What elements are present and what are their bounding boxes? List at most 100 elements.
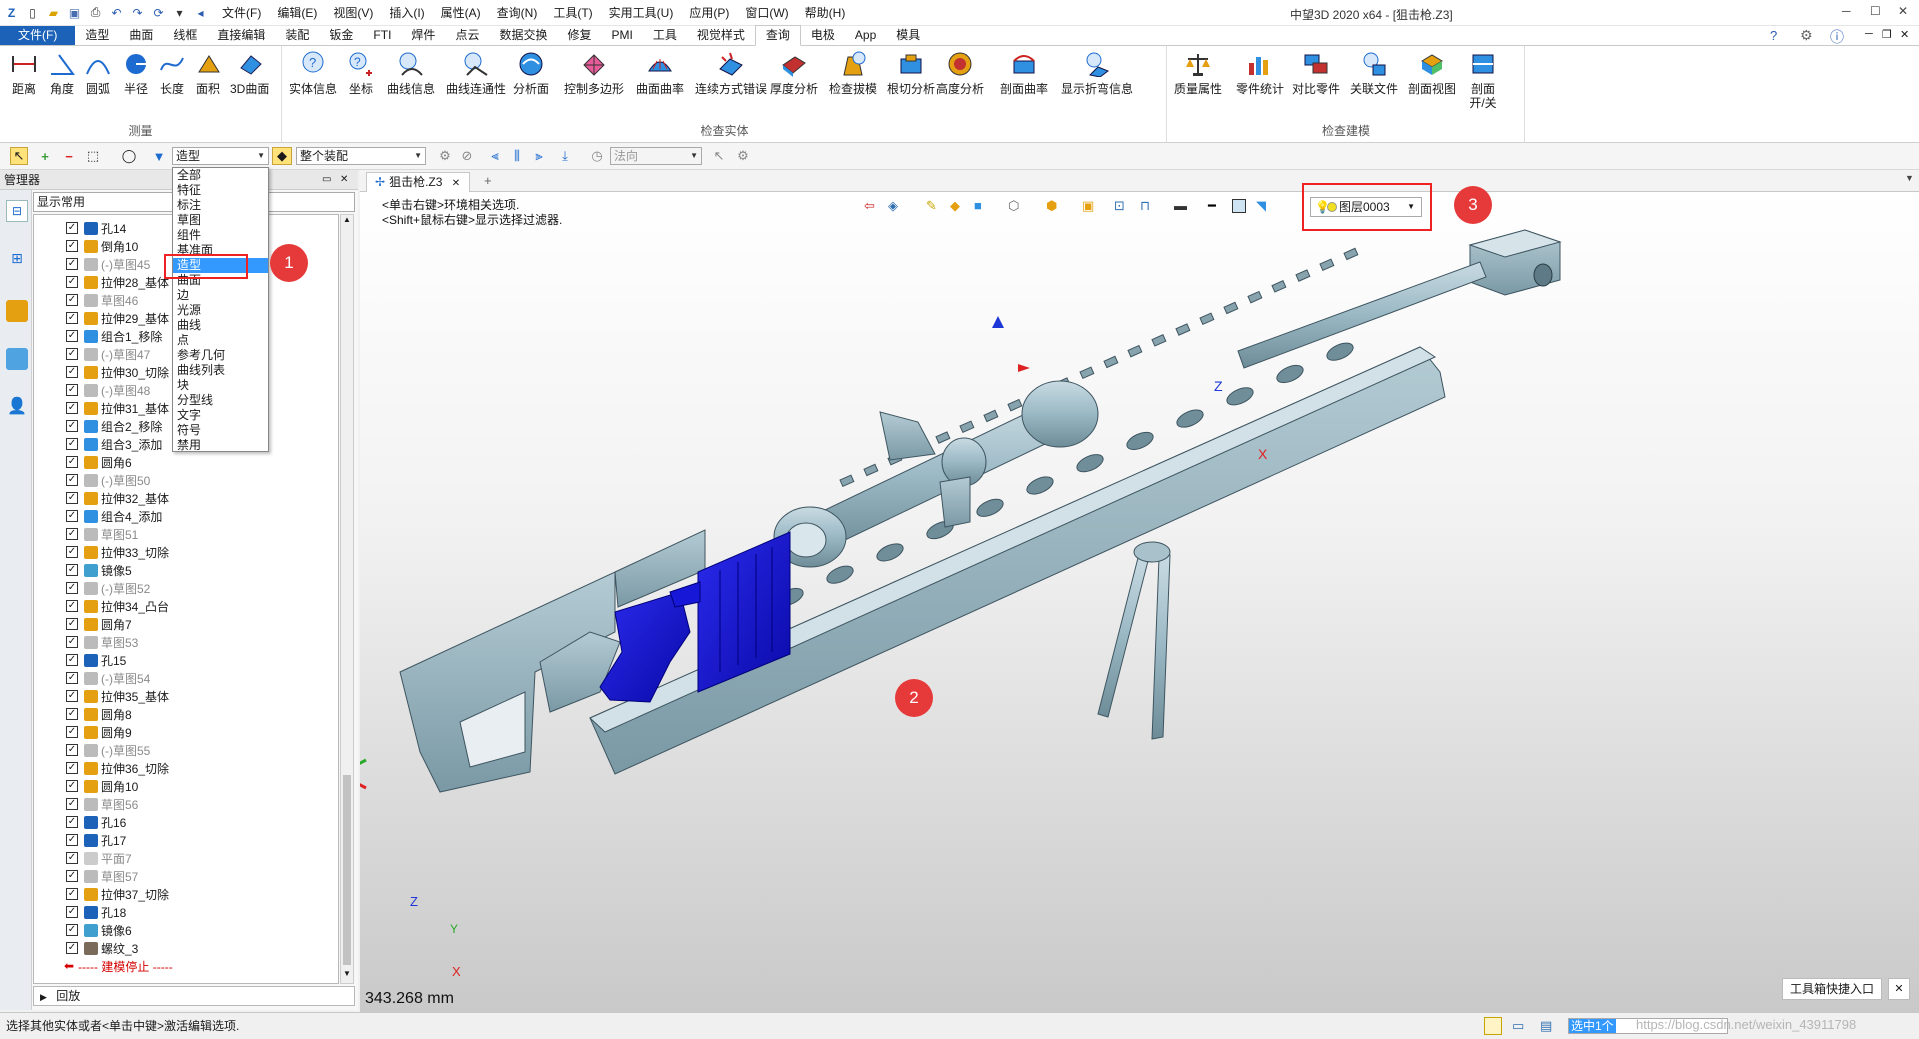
tree-row[interactable]: ✓ (-)草图55 (34, 741, 338, 759)
visibility-checkbox[interactable]: ✓ (66, 618, 78, 630)
filter-option[interactable]: 点 (173, 333, 268, 348)
tab-electrode[interactable]: 电极 (801, 26, 845, 45)
line-weight-icon[interactable]: ━ (1208, 198, 1216, 214)
tree-row[interactable]: ✓ (-)草图52 (34, 579, 338, 597)
tree-row[interactable]: ✓ 镜像6 (34, 921, 338, 939)
part-statistics-button[interactable]: 零件统计 (1236, 50, 1284, 96)
menu-tools[interactable]: 工具(T) (545, 4, 600, 21)
tab-mold[interactable]: 模具 (886, 26, 930, 45)
measure-angle-button[interactable]: 角度 (48, 50, 76, 96)
visibility-checkbox[interactable]: ✓ (66, 384, 78, 396)
related-files-button[interactable]: 关联文件 (1350, 50, 1398, 96)
rollback-row[interactable]: ▶ 回放 (33, 986, 355, 1006)
section-plane-icon[interactable]: ⊓ (1140, 198, 1150, 214)
tab-visual-style[interactable]: 视觉样式 (687, 26, 755, 45)
image-tab-icon[interactable] (6, 348, 28, 370)
status-layout-icon[interactable] (1484, 1017, 1502, 1035)
measure-area-button[interactable]: 面积 (194, 50, 222, 96)
filter-option[interactable]: 标注 (173, 198, 268, 213)
tree-row[interactable]: ✓ 圆角8 (34, 705, 338, 723)
menu-help[interactable]: 帮助(H) (797, 4, 854, 21)
visibility-checkbox[interactable]: ✓ (66, 348, 78, 360)
pencil-icon[interactable]: ✎ (926, 198, 937, 214)
menu-insert[interactable]: 插入(I) (381, 4, 432, 21)
open-file-icon[interactable]: ▰ (46, 5, 61, 20)
visibility-checkbox[interactable]: ✓ (66, 762, 78, 774)
height-analysis-button[interactable]: 高度分析 (936, 50, 984, 96)
maximize-button[interactable]: ☐ (1870, 4, 1881, 18)
visibility-checkbox[interactable]: ✓ (66, 402, 78, 414)
tab-app[interactable]: App (845, 26, 886, 45)
visibility-checkbox[interactable]: ✓ (66, 726, 78, 738)
status-monitor-icon[interactable]: ▭ (1512, 1013, 1524, 1039)
menu-apps[interactable]: 应用(P) (681, 4, 737, 21)
visibility-checkbox[interactable]: ✓ (66, 744, 78, 756)
visibility-checkbox[interactable]: ✓ (66, 582, 78, 594)
tab-query[interactable]: 查询 (754, 25, 801, 46)
clock-icon[interactable]: ◷ (588, 147, 606, 165)
visibility-checkbox[interactable]: ✓ (66, 330, 78, 342)
filter-option[interactable]: 全部 (173, 168, 268, 183)
tab-repair[interactable]: 修复 (557, 26, 601, 45)
visibility-checkbox[interactable]: ✓ (66, 420, 78, 432)
status-panel-icon[interactable]: ▤ (1540, 1013, 1552, 1039)
filter-option[interactable]: 草图 (173, 213, 268, 228)
undercut-analysis-button[interactable]: 根切分析 (887, 50, 935, 96)
model-canvas[interactable] (338, 192, 1919, 1012)
align-center-icon[interactable]: ⫼ (508, 147, 526, 165)
print-icon[interactable]: ⎙ (88, 5, 103, 20)
visibility-checkbox[interactable]: ✓ (66, 600, 78, 612)
doc-close-button[interactable]: ✕ (1900, 28, 1909, 41)
visibility-checkbox[interactable]: ✓ (66, 546, 78, 558)
measure-arc-button[interactable]: 圆弧 (84, 50, 112, 96)
visibility-checkbox[interactable]: ✓ (66, 222, 78, 234)
3d-viewport[interactable]: Z Y X Z X (338, 192, 1919, 1012)
save-icon[interactable]: ▣ (67, 5, 82, 20)
barrel[interactable] (1237, 261, 1487, 369)
settings-gear-icon[interactable]: ⚙ (1800, 27, 1813, 44)
tree-row[interactable]: ✓ 拉伸34_凸台 (34, 597, 338, 615)
tab-data-exchange[interactable]: 数据交换 (489, 26, 557, 45)
filter-option[interactable]: 禁用 (173, 438, 268, 453)
menu-attribute[interactable]: 属性(A) (433, 4, 489, 21)
filter-combo[interactable]: 造型 ▼ (172, 147, 269, 165)
measure-radius-button[interactable]: 半径 (122, 50, 150, 96)
menu-file[interactable]: 文件(F) (214, 4, 269, 21)
tree-row[interactable]: ✓ 拉伸33_切除 (34, 543, 338, 561)
redo-icon[interactable]: ↷ (130, 5, 145, 20)
app-logo-icon[interactable]: Z (4, 5, 19, 20)
align-right-icon[interactable]: ⫸ (530, 147, 548, 165)
measure-3d-surface-button[interactable]: 3D曲面 (230, 50, 269, 96)
quick-access-dropdown-icon[interactable]: ▾ (172, 5, 187, 20)
part-tab-icon[interactable] (6, 300, 28, 322)
thickness-analysis-button[interactable]: 厚度分析 (770, 50, 818, 96)
tab-tools[interactable]: 工具 (643, 26, 687, 45)
filter-option[interactable]: 分型线 (173, 393, 268, 408)
cube-yellow-icon[interactable]: ◆ (950, 198, 960, 214)
scroll-thumb[interactable] (343, 775, 351, 965)
expand-icon[interactable]: ▶ (40, 992, 47, 1002)
new-file-icon[interactable]: ▯ (25, 5, 40, 20)
mass-properties-button[interactable]: 质量属性 (1174, 50, 1222, 96)
tree-row[interactable]: ✓ 孔18 (34, 903, 338, 921)
pick-mode-icon[interactable]: ↖ (10, 147, 28, 165)
layer-combo[interactable]: 💡 图层0003 ▼ (1310, 197, 1422, 217)
visibility-checkbox[interactable]: ✓ (66, 708, 78, 720)
section-curvature-button[interactable]: 剖面曲率 (1000, 50, 1048, 96)
surface-curvature-button[interactable]: 曲面曲率 (636, 50, 684, 96)
bipod[interactable] (1097, 541, 1171, 740)
tree-row[interactable]: ✓ 孔17 (34, 831, 338, 849)
render-mode-icon[interactable]: ⬢ (1046, 198, 1057, 214)
visibility-checkbox[interactable]: ✓ (66, 780, 78, 792)
tree-row[interactable]: ✓ 孔16 (34, 813, 338, 831)
tab-wireframe[interactable]: 线框 (163, 26, 207, 45)
check-draft-button[interactable]: 检查拔模 (829, 50, 877, 96)
tab-point-cloud[interactable]: 点云 (445, 26, 489, 45)
visibility-checkbox[interactable]: ✓ (66, 492, 78, 504)
tree-row[interactable]: ✓ 圆角10 (34, 777, 338, 795)
tab-sheet-metal[interactable]: 钣金 (319, 26, 363, 45)
visibility-checkbox[interactable]: ✓ (66, 870, 78, 882)
close-button[interactable]: ✕ (1898, 4, 1908, 18)
layer-manager-icon[interactable]: ◥ (1256, 198, 1266, 214)
visibility-checkbox[interactable]: ✓ (66, 888, 78, 900)
